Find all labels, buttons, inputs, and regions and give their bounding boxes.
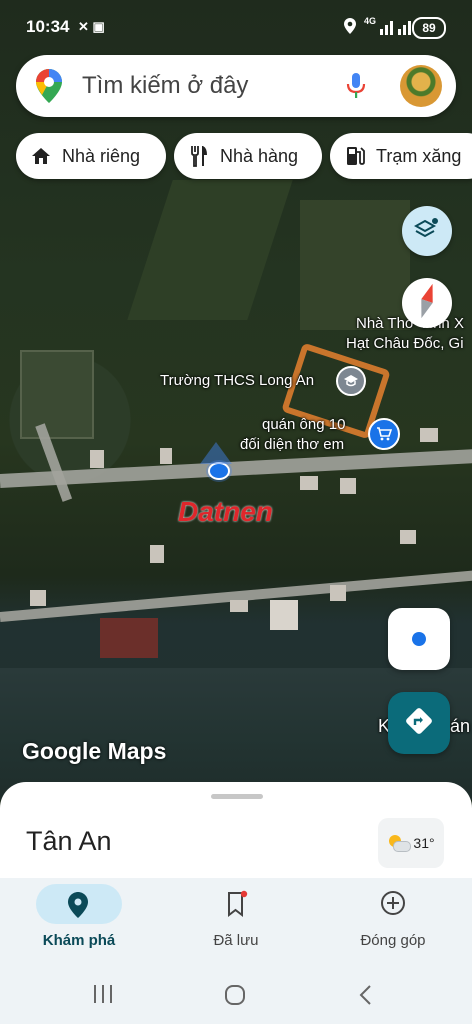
building	[100, 618, 158, 658]
map-field	[20, 350, 94, 439]
chip-label: Nhà riêng	[62, 145, 141, 166]
edge-map-label-2: án	[450, 716, 471, 736]
road	[0, 446, 472, 488]
status-time: 10:34	[26, 17, 70, 36]
shopping-cart-icon[interactable]	[368, 418, 400, 450]
avatar[interactable]	[400, 65, 442, 107]
building	[300, 476, 318, 490]
location-status-icon	[344, 18, 356, 39]
chip-label: Nhà hàng	[220, 145, 299, 166]
google-maps-pin-icon	[36, 69, 62, 108]
nav-label: Đóng góp	[360, 932, 426, 949]
shop-label-line2[interactable]: đối diện thơ em	[240, 436, 344, 453]
church-label-line2[interactable]: Hạt Châu Đốc, Gi	[346, 335, 464, 352]
my-location-button[interactable]	[388, 608, 450, 670]
back-icon[interactable]	[358, 984, 372, 1011]
heading-beam	[200, 442, 232, 464]
satellite-map[interactable]: Nhà Thờ Vĩnh X Hạt Châu Đốc, Gi Trường T…	[0, 0, 472, 800]
recent-apps-icon[interactable]	[92, 984, 114, 1009]
layers-button[interactable]	[402, 206, 452, 256]
map-field	[127, 180, 293, 320]
building	[400, 530, 416, 544]
building	[150, 545, 164, 563]
gas-station-icon	[344, 145, 366, 167]
school-icon[interactable]	[336, 366, 366, 396]
bookmark-icon	[225, 890, 249, 922]
google-maps-logo: Google Maps	[22, 738, 167, 764]
network-type: 4G	[364, 16, 377, 26]
nav-label: Đã lưu	[213, 932, 259, 949]
building	[330, 585, 346, 601]
drag-handle[interactable]	[211, 794, 263, 799]
directions-icon	[404, 706, 434, 741]
explore-pin-icon	[68, 892, 88, 922]
search-input[interactable]: Tìm kiếm ở đây	[82, 72, 248, 100]
building	[340, 478, 356, 494]
nav-contribute[interactable]: Đóng góp	[314, 878, 472, 958]
home-button-icon[interactable]	[224, 984, 246, 1011]
building	[30, 590, 46, 606]
watermark-logo: Datnen	[178, 496, 273, 527]
temperature: 31°	[413, 835, 435, 851]
nav-explore[interactable]: Khám phá	[0, 878, 158, 958]
building	[160, 448, 172, 464]
chip-label: Trạm xăng	[376, 145, 462, 166]
nav-saved[interactable]: Đã lưu	[157, 878, 315, 958]
building	[90, 450, 104, 468]
home-icon	[30, 145, 52, 167]
chip-gas-station[interactable]: Trạm xăng	[330, 133, 472, 179]
building	[230, 600, 248, 612]
add-circle-icon	[380, 890, 406, 920]
battery-indicator: 89	[412, 17, 446, 39]
partly-cloudy-icon	[387, 835, 412, 852]
chip-restaurant[interactable]: Nhà hàng	[174, 133, 322, 179]
school-label[interactable]: Trường THCS Long An	[160, 372, 314, 389]
shop-label[interactable]: quán ông 10	[262, 416, 345, 433]
building	[270, 600, 298, 630]
signal-icon	[380, 19, 414, 40]
system-navigation-bar	[0, 960, 472, 1024]
my-location-icon	[412, 632, 426, 646]
weather-badge[interactable]: 31°	[378, 818, 444, 868]
directions-button[interactable]	[388, 692, 450, 754]
layers-icon	[413, 217, 440, 246]
nav-label: Khám phá	[42, 932, 116, 949]
chip-home[interactable]: Nhà riêng	[16, 133, 166, 179]
restaurant-icon	[188, 145, 210, 167]
map-field	[300, 200, 410, 330]
compass-button[interactable]	[402, 278, 452, 328]
status-bar: 10:34 ✕ ▣ 4G 89	[0, 0, 472, 54]
app-notification-icons: ✕ ▣	[78, 19, 105, 34]
building	[420, 428, 438, 442]
compass-icon	[417, 283, 437, 324]
microphone-icon[interactable]	[346, 72, 366, 105]
place-title: Tân An	[26, 826, 112, 856]
search-bar[interactable]: Tìm kiếm ở đây	[16, 55, 456, 117]
